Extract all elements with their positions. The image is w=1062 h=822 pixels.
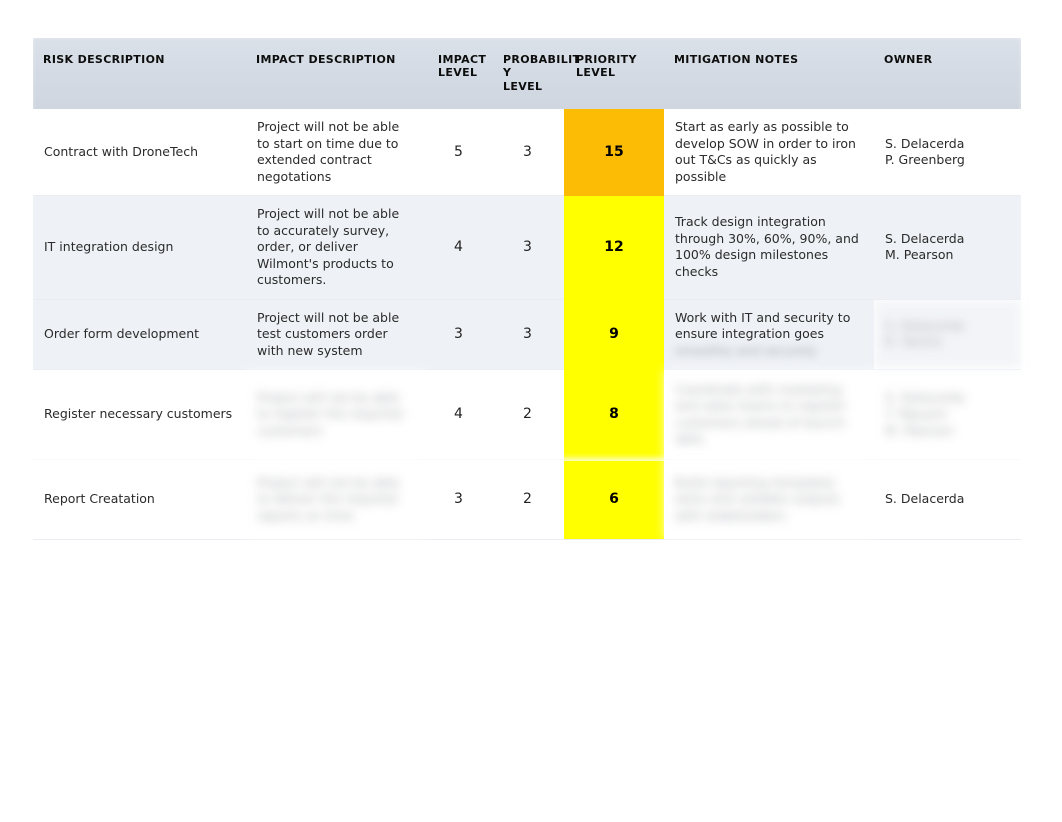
column-header-owner[interactable]: OWNER bbox=[874, 38, 1021, 110]
cell-mitigation-notes-redacted: Coordinate with marketing and sales team… bbox=[664, 369, 874, 461]
cell-mitigation-notes: Start as early as possible to develop SO… bbox=[664, 109, 874, 197]
column-header-priority-level-line2: LEVEL bbox=[576, 66, 616, 80]
column-header-mitigation-notes[interactable]: MITIGATION NOTES bbox=[664, 38, 874, 110]
owner-name: S. Delacerda bbox=[885, 491, 965, 507]
column-header-priority-level-line1: PRIORITY bbox=[576, 53, 637, 66]
cell-risk-description: Report Creatation bbox=[33, 459, 246, 541]
cell-owner-redacted: S. Delacerda T. Nguyen M. Pearson bbox=[874, 369, 1021, 461]
column-header-probability-level-line1: PROBABILIT bbox=[503, 53, 581, 66]
risk-register-table: RISK DESCRIPTION IMPACT DESCRIPTION IMPA… bbox=[33, 38, 1021, 541]
cell-risk-description: Order form development bbox=[33, 299, 246, 371]
owner-name: S. Delacerda bbox=[885, 230, 965, 246]
column-header-probability-level-line2: Y LEVEL bbox=[503, 66, 543, 93]
mitigation-notes-redacted-text: smoothly and securely bbox=[675, 342, 817, 358]
cell-probability-level: 3 bbox=[491, 109, 564, 197]
cell-priority-level: 6 bbox=[564, 459, 664, 541]
cell-owner: S. Delacerda M. Pearson bbox=[874, 195, 1021, 300]
cell-impact-level: 4 bbox=[426, 369, 491, 461]
cell-probability-level: 3 bbox=[491, 195, 564, 300]
cell-priority-level: 9 bbox=[564, 299, 664, 370]
cell-mitigation-notes-redacted: Build reporting templates early and vali… bbox=[664, 459, 874, 541]
cell-impact-description-redacted: Project will not be able to deliver the … bbox=[246, 459, 426, 541]
owner-name: S. Delacerda bbox=[885, 389, 965, 405]
column-header-impact-description[interactable]: IMPACT DESCRIPTION bbox=[246, 38, 426, 110]
cell-owner: S. Delacerda bbox=[874, 459, 1021, 541]
cell-impact-level: 3 bbox=[426, 299, 491, 371]
table-row[interactable]: Register necessary customers Project will… bbox=[33, 369, 1021, 461]
header-row: RISK DESCRIPTION IMPACT DESCRIPTION IMPA… bbox=[33, 38, 1021, 110]
mitigation-notes-visible-text: Work with IT and security to ensure inte… bbox=[675, 309, 851, 342]
column-header-impact-level-line1: IMPACT bbox=[438, 53, 487, 66]
cell-impact-level: 4 bbox=[426, 195, 491, 300]
owner-name: S. Delacerda bbox=[885, 317, 965, 333]
owner-name: S. Delacerda bbox=[885, 135, 965, 151]
column-header-impact-level-line2: LEVEL bbox=[438, 66, 478, 80]
cell-impact-level: 3 bbox=[426, 459, 491, 541]
cell-risk-description: Register necessary customers bbox=[33, 369, 246, 461]
column-header-probability-level[interactable]: PROBABILIT Y LEVEL bbox=[491, 38, 580, 110]
owner-name: P. Greenberg bbox=[885, 152, 965, 168]
cell-risk-description: IT integration design bbox=[33, 195, 246, 300]
cell-probability-level: 2 bbox=[491, 369, 564, 461]
owner-name: R. Tamiro bbox=[885, 334, 943, 350]
column-header-priority-level[interactable]: PRIORITY LEVEL bbox=[564, 38, 664, 110]
cell-priority-level: 15 bbox=[564, 109, 664, 196]
table-row[interactable]: IT integration design Project will not be… bbox=[33, 195, 1021, 300]
table-row[interactable]: Contract with DroneTech Project will not … bbox=[33, 109, 1021, 197]
risk-register-table-container: RISK DESCRIPTION IMPACT DESCRIPTION IMPA… bbox=[33, 38, 1021, 541]
cell-priority-level: 8 bbox=[564, 369, 664, 460]
cell-mitigation-notes: Track design integration through 30%, 60… bbox=[664, 195, 874, 300]
cell-impact-description: Project will not be able to start on tim… bbox=[246, 109, 426, 197]
table-body: Contract with DroneTech Project will not … bbox=[33, 109, 1021, 541]
cell-impact-description: Project will not be able test customers … bbox=[246, 299, 426, 371]
cell-impact-level: 5 bbox=[426, 109, 491, 197]
cell-probability-level: 3 bbox=[491, 299, 564, 371]
cell-risk-description: Contract with DroneTech bbox=[33, 109, 246, 197]
cell-owner-redacted: S. Delacerda R. Tamiro bbox=[874, 299, 1021, 371]
cell-priority-level: 12 bbox=[564, 195, 664, 300]
table-header: RISK DESCRIPTION IMPACT DESCRIPTION IMPA… bbox=[33, 38, 1021, 110]
cell-impact-description-redacted: Project will not be able to register the… bbox=[246, 369, 426, 461]
cell-probability-level: 2 bbox=[491, 459, 564, 541]
owner-name: M. Pearson bbox=[885, 422, 954, 438]
cell-mitigation-notes: Work with IT and security to ensure inte… bbox=[664, 299, 874, 371]
table-row[interactable]: Order form development Project will not b… bbox=[33, 299, 1021, 371]
column-header-risk-description[interactable]: RISK DESCRIPTION bbox=[33, 38, 246, 110]
table-row[interactable]: Report Creatation Project will not be abl… bbox=[33, 459, 1021, 541]
cell-owner: S. Delacerda P. Greenberg bbox=[874, 109, 1021, 197]
column-header-impact-level[interactable]: IMPACT LEVEL bbox=[426, 38, 491, 110]
owner-name: M. Pearson bbox=[885, 247, 954, 263]
owner-name: T. Nguyen bbox=[885, 406, 948, 422]
cell-impact-description: Project will not be able to accurately s… bbox=[246, 195, 426, 300]
